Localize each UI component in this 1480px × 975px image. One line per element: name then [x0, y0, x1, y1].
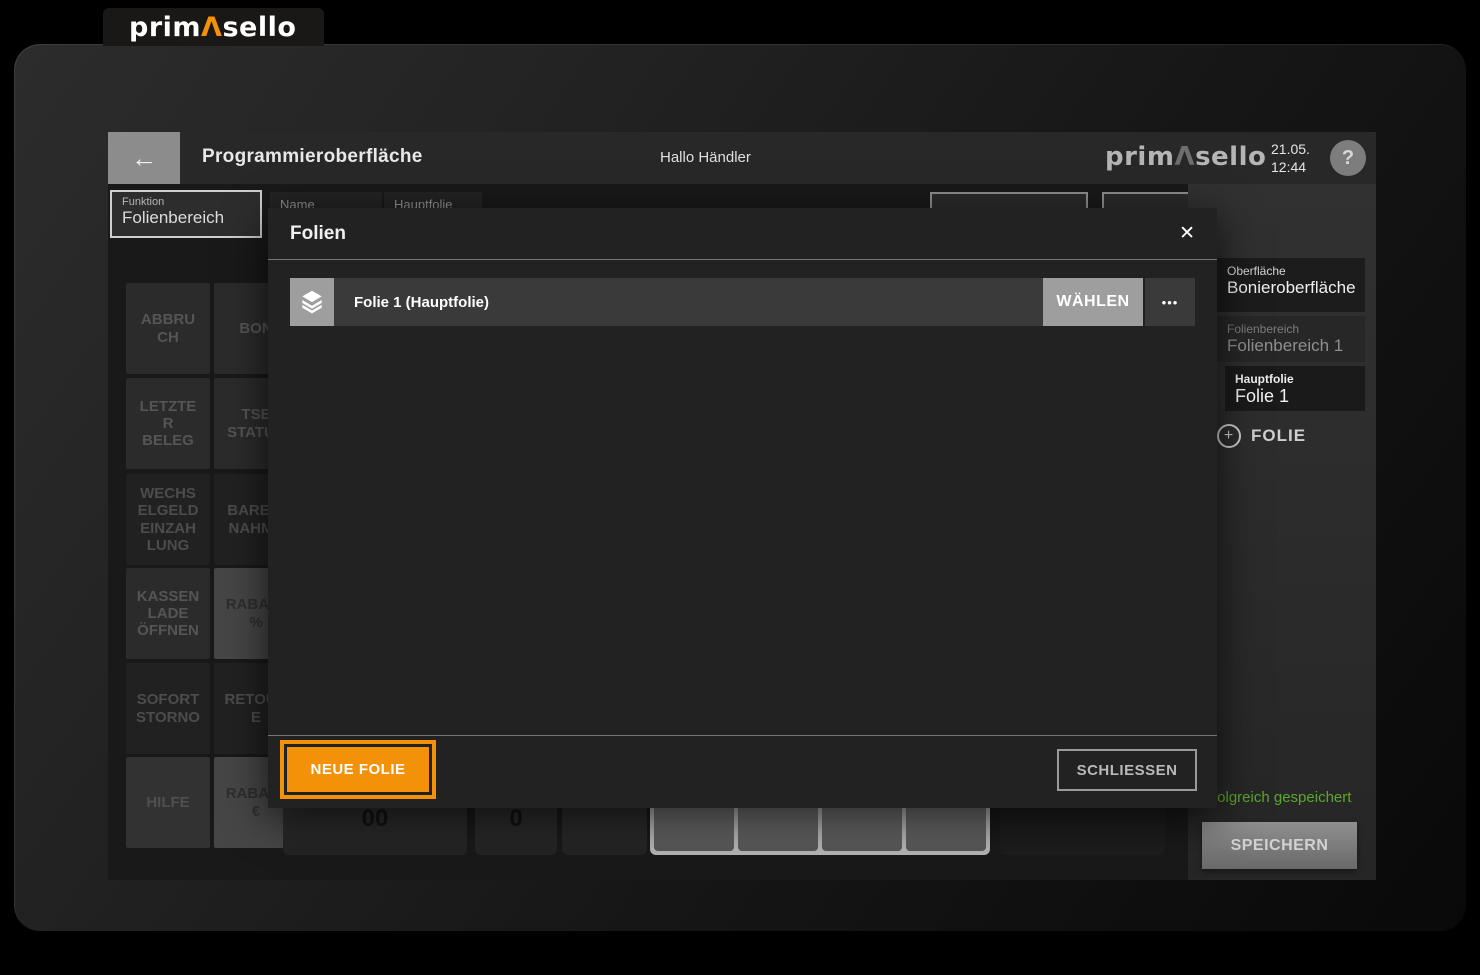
primasello-logo: primΛsello: [129, 14, 296, 41]
field-label: Folienbereich: [1227, 322, 1355, 336]
plus-circle-icon: +: [1217, 424, 1241, 448]
user-greeting: Hallo Händler: [660, 149, 751, 166]
function-button-sofort-storno[interactable]: SOFORT STORNO: [126, 663, 210, 754]
brand-tab: primΛsello: [103, 8, 324, 46]
ellipsis-icon: •••: [1162, 295, 1179, 310]
schliessen-button[interactable]: SCHLIESSEN: [1057, 749, 1197, 791]
field-oberflaeche[interactable]: Oberfläche Bonieroberfläche: [1217, 258, 1365, 312]
add-folie-label: FOLIE: [1251, 426, 1306, 446]
field-label: Oberfläche: [1227, 264, 1355, 278]
datetime-display: 21.05. 12:44: [1271, 140, 1310, 176]
field-value: Folie 1: [1235, 386, 1355, 407]
modal-title: Folien: [290, 223, 346, 245]
modal-header: Folien ✕: [268, 208, 1217, 260]
function-button-abbruch[interactable]: ABBRUCH: [126, 283, 210, 374]
help-button[interactable]: ?: [1330, 140, 1366, 176]
funktion-label: Funktion: [122, 196, 250, 208]
waehlen-button[interactable]: WÄHLEN: [1043, 278, 1143, 326]
field-folienbereich[interactable]: Folienbereich Folienbereich 1: [1217, 316, 1365, 362]
function-button-kassenlade[interactable]: KASSENLADE ÖFFNEN: [126, 568, 210, 659]
page-title: Programmieroberfläche: [202, 146, 423, 168]
layers-icon: [290, 278, 334, 326]
time-text: 12:44: [1271, 158, 1310, 176]
folie-list-item: Folie 1 (Hauptfolie) WÄHLEN •••: [290, 278, 1195, 326]
more-options-button[interactable]: •••: [1145, 278, 1195, 326]
function-button-wechselgeld[interactable]: WECHSELGELD EINZAHLUNG: [126, 474, 210, 565]
function-button-hilfe[interactable]: HILFE: [126, 757, 210, 848]
folie-name: Folie 1 (Hauptfolie): [334, 278, 1043, 326]
funktion-selector[interactable]: Funktion Folienbereich: [110, 190, 262, 238]
field-value: Folienbereich 1: [1227, 336, 1355, 356]
folien-modal: Folien ✕ Folie 1 (Hauptfolie) WÄHLEN •••…: [268, 208, 1217, 808]
date-text: 21.05.: [1271, 140, 1310, 158]
saved-status-message: folgreich gespeichert: [1213, 789, 1351, 806]
neue-folie-button[interactable]: NEUE FOLIE: [280, 740, 436, 799]
add-folie-button[interactable]: + FOLIE: [1217, 424, 1306, 448]
field-value: Bonieroberfläche: [1227, 278, 1355, 298]
back-button[interactable]: ←: [108, 132, 180, 184]
close-icon[interactable]: ✕: [1179, 222, 1195, 245]
app-header: ← Programmieroberfläche Hallo Händler pr…: [108, 132, 1376, 184]
question-mark-icon: ?: [1342, 147, 1354, 170]
back-arrow-icon: ←: [131, 143, 157, 174]
field-hauptfolie[interactable]: Hauptfolie Folie 1: [1225, 366, 1365, 411]
function-button-letzter-beleg[interactable]: LETZTER BELEG: [126, 378, 210, 469]
speichern-button[interactable]: SPEICHERN: [1202, 822, 1357, 869]
funktion-value: Folienbereich: [122, 208, 250, 228]
modal-footer: NEUE FOLIE SCHLIESSEN: [268, 735, 1217, 808]
header-primasello-logo: primΛsello: [1105, 142, 1266, 172]
field-label: Hauptfolie: [1235, 372, 1355, 386]
